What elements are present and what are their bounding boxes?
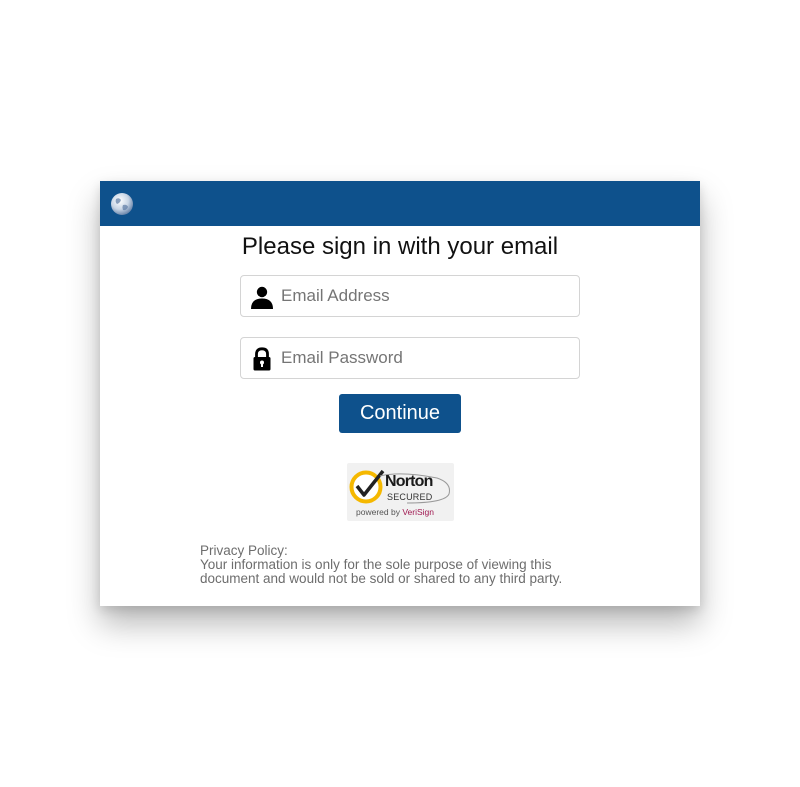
badge-powered-by: powered by VeriSign [356,507,434,517]
lock-icon [253,347,271,371]
user-icon [251,286,273,309]
dialog-header [100,181,700,226]
privacy-text: Your information is only for the sole pu… [200,557,563,586]
continue-button[interactable]: Continue [339,394,461,433]
password-input[interactable] [281,338,571,378]
globe-icon [111,193,133,215]
privacy-policy: Privacy Policy: Your information is only… [200,544,600,586]
page-title: Please sign in with your email [241,233,559,260]
sign-in-dialog: Please sign in with your email Continue … [100,181,700,606]
norton-secured-badge: Norton SECURED powered by VeriSign [347,463,454,521]
email-field[interactable] [240,275,580,317]
email-input[interactable] [281,276,571,316]
privacy-heading: Privacy Policy: [200,543,288,558]
badge-title: Norton [385,473,433,490]
badge-brand: VeriSign [402,507,434,517]
password-field[interactable] [240,337,580,379]
badge-subtitle: SECURED [387,492,433,502]
